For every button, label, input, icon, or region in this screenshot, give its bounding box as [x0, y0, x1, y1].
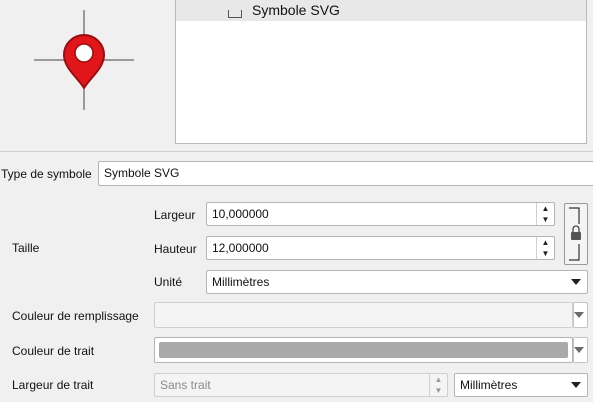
spin-down-icon[interactable]: ▼: [537, 248, 554, 259]
unit-select[interactable]: Millimètres: [206, 270, 588, 294]
chevron-down-icon: [571, 279, 581, 285]
chevron-down-icon: [574, 312, 584, 318]
fill-color-label: Couleur de remplissage: [12, 309, 139, 323]
stroke-width-spin-buttons[interactable]: ▲ ▼: [429, 374, 447, 396]
unit-value: Millimètres: [212, 275, 270, 289]
divider: [0, 151, 593, 152]
stroke-width-label: Largeur de trait: [12, 378, 94, 392]
symbol-type-select[interactable]: Symbole SVG: [98, 161, 593, 186]
width-spin-buttons[interactable]: ▲ ▼: [536, 203, 554, 225]
lock-icon: [569, 207, 581, 261]
lock-aspect-ratio-button[interactable]: [564, 203, 588, 265]
chevron-down-icon: [574, 347, 584, 353]
tree-item-label: Symbole SVG: [252, 2, 340, 18]
tree-item-svg-symbol[interactable]: Symbole SVG: [176, 0, 586, 21]
stroke-color-button[interactable]: [154, 337, 573, 363]
stroke-color-label: Couleur de trait: [12, 344, 95, 358]
stroke-width-unit-select[interactable]: Millimètres: [454, 373, 588, 397]
spin-up-icon[interactable]: ▲: [430, 374, 447, 385]
height-spinbox[interactable]: 12,000000 ▲ ▼: [206, 236, 555, 260]
width-spinbox[interactable]: 10,000000 ▲ ▼: [206, 202, 555, 226]
spin-up-icon[interactable]: ▲: [537, 203, 554, 214]
stroke-width-spinbox[interactable]: Sans trait ▲ ▼: [154, 373, 448, 397]
fill-color-dropdown[interactable]: [573, 302, 588, 328]
symbol-preview: [0, 0, 170, 148]
symbol-type-label: Type de symbole: [1, 167, 92, 181]
stroke-width-unit-value: Millimètres: [460, 378, 518, 392]
width-label: Largeur: [154, 208, 196, 222]
fill-color-button[interactable]: [154, 302, 573, 328]
spin-down-icon[interactable]: ▼: [537, 214, 554, 225]
unit-label: Unité: [154, 275, 183, 289]
map-marker-icon: [34, 10, 134, 110]
symbol-layer-tree[interactable]: Symbole SVG: [175, 0, 587, 144]
symbol-type-value: Symbole SVG: [104, 166, 180, 180]
size-label: Taille: [12, 241, 40, 255]
chevron-down-icon: [571, 382, 581, 388]
stroke-width-value: Sans trait: [160, 378, 211, 392]
spin-down-icon[interactable]: ▼: [430, 385, 447, 396]
height-spin-buttons[interactable]: ▲ ▼: [536, 237, 554, 259]
width-value: 10,000000: [212, 207, 269, 221]
height-label: Hauteur: [154, 242, 197, 256]
spin-up-icon[interactable]: ▲: [537, 237, 554, 248]
stroke-color-dropdown[interactable]: [573, 337, 588, 363]
height-value: 12,000000: [212, 241, 269, 255]
stroke-color-swatch: [159, 342, 568, 358]
tree-branch-line: [228, 10, 242, 18]
